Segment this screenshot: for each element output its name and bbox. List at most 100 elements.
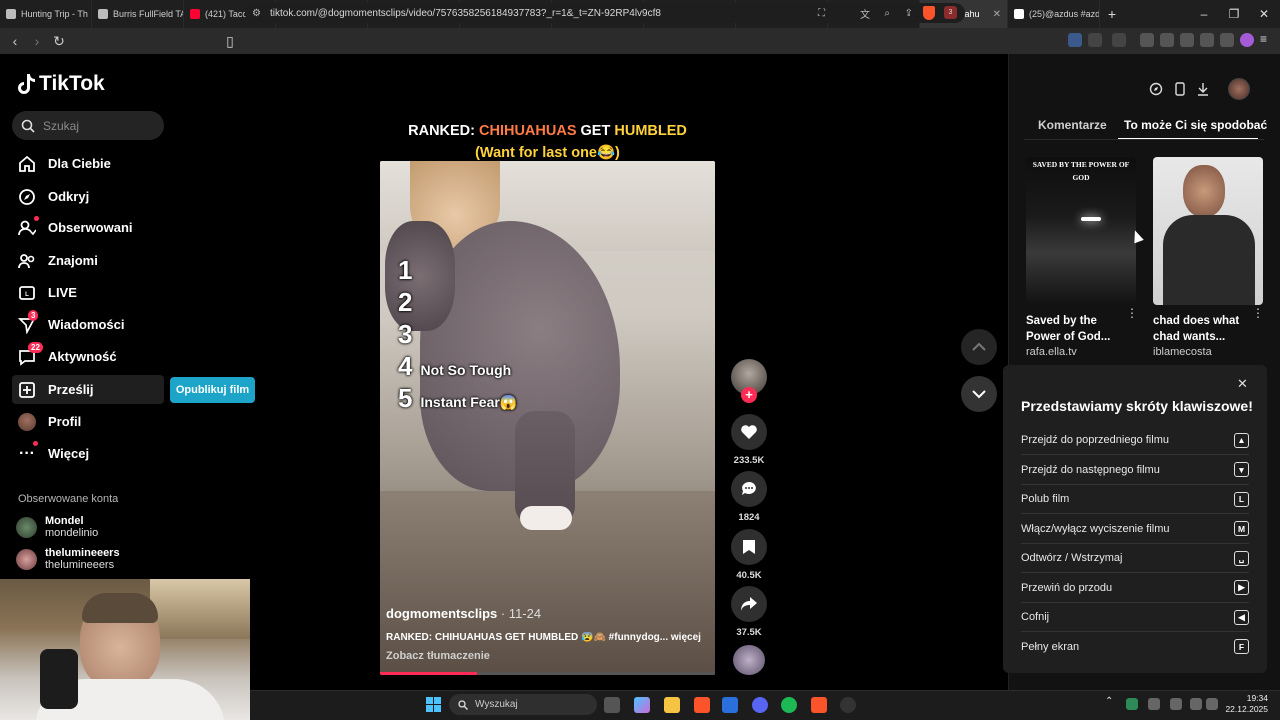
bookmark-icon[interactable]: ▯ xyxy=(220,31,240,51)
close-tab-icon[interactable]: ✕ xyxy=(993,9,1001,20)
tray-chevron-icon[interactable]: ⌃ xyxy=(1105,696,1113,707)
network-icon[interactable] xyxy=(1190,698,1202,710)
wallet-icon[interactable] xyxy=(1180,33,1194,47)
next-video-button[interactable] xyxy=(961,376,997,412)
maximize-button[interactable]: ❐ xyxy=(1218,0,1250,28)
rank-item: 1 xyxy=(398,255,420,286)
tray-app-icon[interactable] xyxy=(1148,698,1160,710)
tiktok-logo[interactable]: TikTok xyxy=(16,72,105,96)
comment-button[interactable] xyxy=(731,471,767,507)
profile-icon[interactable] xyxy=(1240,33,1254,47)
video-thumbnail[interactable] xyxy=(1153,157,1263,305)
tray-app-icon[interactable] xyxy=(1126,698,1138,710)
sidebar-item-profile[interactable]: Profil xyxy=(12,407,164,436)
start-icon[interactable] xyxy=(426,697,441,712)
phone-icon[interactable] xyxy=(1169,80,1191,98)
browser-tab[interactable]: Hunting Trip - Th xyxy=(0,0,92,28)
chevron-down-icon xyxy=(972,390,986,399)
music-icon[interactable] xyxy=(1140,33,1154,47)
zoom-icon[interactable]: ⌕ xyxy=(884,8,890,19)
translate-link[interactable]: Zobacz tłumaczenie xyxy=(386,650,490,662)
browser-tab[interactable]: (25)@azdus #azd xyxy=(1008,0,1100,28)
video-title[interactable]: Saved by the Power of God... xyxy=(1026,313,1126,345)
video-thumbnail[interactable]: SAVED BY THE POWER OF GOD xyxy=(1026,157,1136,305)
brave-icon[interactable] xyxy=(694,697,710,713)
video-author[interactable]: dogmomentsclips · 11-24 xyxy=(386,606,541,621)
tab-you-may-like[interactable]: To może Ci się spodobać xyxy=(1124,118,1267,132)
avatar[interactable] xyxy=(1228,78,1250,100)
video-progress-bar[interactable] xyxy=(380,672,715,675)
follow-plus-icon[interactable]: + xyxy=(741,387,757,403)
followed-account[interactable]: thelumineeers thelumineeers xyxy=(16,547,120,571)
sidebar-item-following[interactable]: Obserwowani xyxy=(12,213,164,242)
video-author[interactable]: iblamecosta xyxy=(1153,346,1212,358)
close-icon[interactable]: ✕ xyxy=(1237,376,1248,392)
more-options-icon[interactable]: ⋮ xyxy=(1252,307,1264,319)
reload-button[interactable]: ↻ xyxy=(49,31,69,51)
tab-comments[interactable]: Komentarze xyxy=(1038,118,1107,132)
sidebar-item-live[interactable]: L LIVE xyxy=(12,278,164,307)
screenshot-icon[interactable] xyxy=(1112,33,1126,47)
sidebar-item-upload[interactable]: Prześlij xyxy=(12,375,164,404)
account-name: Mondel xyxy=(45,515,84,527)
sidebar-item-friends[interactable]: Znajomi xyxy=(12,246,164,275)
compass-icon[interactable] xyxy=(1145,80,1167,98)
address-bar[interactable]: ⚙ tiktok.com/@dogmomentsclips/video/7576… xyxy=(245,3,965,23)
vpn-icon[interactable] xyxy=(1220,33,1234,47)
close-window-button[interactable]: ✕ xyxy=(1248,0,1280,28)
reader-icon[interactable]: ⛶ xyxy=(818,8,825,19)
microphone-icon[interactable] xyxy=(1170,698,1182,710)
minimize-button[interactable]: – xyxy=(1188,0,1220,28)
discord-icon[interactable] xyxy=(752,697,768,713)
sidebar-item-more[interactable]: ··· Więcej xyxy=(12,439,164,468)
file-explorer-icon[interactable] xyxy=(664,697,680,713)
music-disc[interactable] xyxy=(733,645,765,675)
publish-video-button[interactable]: Opublikuj film xyxy=(170,377,255,403)
puzzle-icon[interactable] xyxy=(1088,33,1102,47)
sidebar-icon[interactable] xyxy=(1160,33,1174,47)
task-view-icon[interactable] xyxy=(604,697,620,713)
comment-count: 1824 xyxy=(738,512,760,523)
tab-divider xyxy=(1024,139,1264,140)
extension-icon[interactable] xyxy=(1068,33,1082,47)
save-button[interactable] xyxy=(731,529,767,565)
rewards-icon[interactable]: 3 xyxy=(944,6,957,19)
video-author[interactable]: rafa.ella.tv xyxy=(1026,346,1077,358)
taskbar-clock[interactable]: 19:34 22.12.2025 xyxy=(1220,693,1268,715)
video-player[interactable]: 1 2 3 4 Not So Tough 5 Instant Fear😱 dogmo… xyxy=(380,161,715,675)
spotify-icon[interactable] xyxy=(781,697,797,713)
back-button[interactable]: ‹ xyxy=(5,31,25,51)
search-box[interactable] xyxy=(12,111,164,140)
comment-icon xyxy=(742,482,756,495)
sidebar-item-for-you[interactable]: Dla Ciebie xyxy=(12,149,164,178)
taskbar-search[interactable]: Wyszukaj xyxy=(449,694,597,715)
share-button[interactable] xyxy=(731,586,767,622)
forward-button[interactable]: › xyxy=(27,31,47,51)
browser-tab[interactable]: Burris FullField TA xyxy=(92,0,184,28)
download-icon[interactable] xyxy=(1192,80,1214,98)
volume-icon[interactable] xyxy=(1206,698,1218,710)
previous-video-button[interactable] xyxy=(961,329,997,365)
sidebar-item-explore[interactable]: Odkryj xyxy=(12,182,164,211)
search-input[interactable] xyxy=(43,118,153,133)
copilot-icon[interactable] xyxy=(634,697,650,713)
new-tab-button[interactable]: + xyxy=(1100,6,1124,22)
brave-active-icon[interactable] xyxy=(811,697,827,713)
share-icon[interactable]: ⇪ xyxy=(905,8,913,19)
sidebar-item-activity[interactable]: 22 Aktywność xyxy=(12,341,164,371)
translate-icon[interactable]: ⽂ xyxy=(860,6,870,21)
site-info-icon[interactable]: ⚙ xyxy=(252,8,261,19)
video-title[interactable]: chad does what chad wants... xyxy=(1153,313,1253,345)
store-icon[interactable] xyxy=(722,697,738,713)
obs-icon[interactable] xyxy=(840,697,856,713)
caption-more-link[interactable]: więcej xyxy=(671,632,701,643)
more-options-icon[interactable]: ⋮ xyxy=(1126,307,1138,319)
sidebar-item-messages[interactable]: 3 Wiadomości xyxy=(12,309,164,339)
shortcut-label: Przewiń do przodu xyxy=(1021,581,1113,594)
brave-shield-icon[interactable] xyxy=(923,6,935,20)
leo-icon[interactable] xyxy=(1200,33,1214,47)
caption-text: RANKED: CHIHUAHUAS GET HUMBLED 😰🙈 #funny… xyxy=(386,632,669,643)
menu-icon[interactable]: ≡ xyxy=(1260,33,1274,47)
followed-account[interactable]: Mondel mondelinio xyxy=(16,515,98,539)
like-button[interactable] xyxy=(731,414,767,450)
